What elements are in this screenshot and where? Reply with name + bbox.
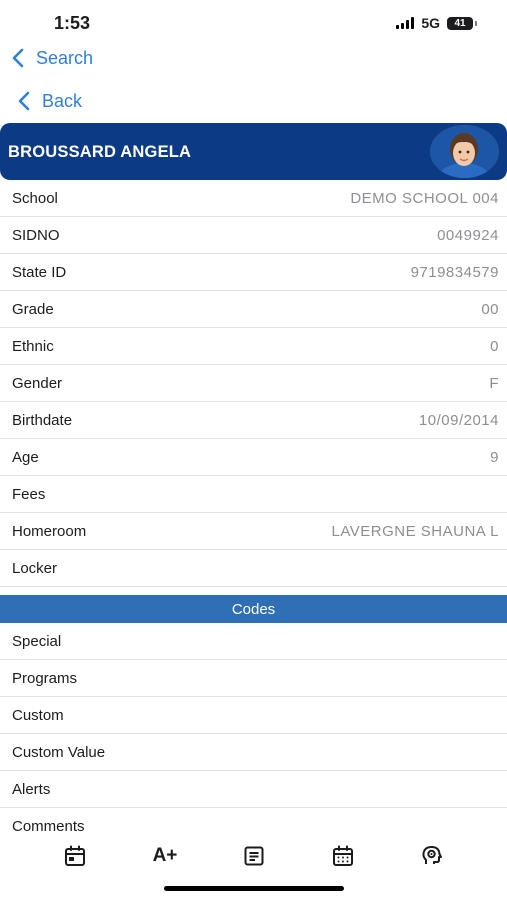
- search-link-label: Search: [36, 47, 94, 68]
- back-button-label: Back: [42, 90, 83, 111]
- row-label: Locker: [12, 559, 58, 577]
- student-photo[interactable]: [430, 125, 499, 178]
- info-row-gender: Gender F: [0, 365, 507, 402]
- row-value: 9719834579: [410, 263, 499, 281]
- info-row-birthdate: Birthdate 10/09/2014: [0, 402, 507, 439]
- row-label: SIDNO: [12, 226, 60, 244]
- row-value: 00: [481, 300, 499, 318]
- calendar-day-icon: [65, 845, 85, 866]
- info-row-school: School DEMO SCHOOL 004: [0, 180, 507, 217]
- calendar-month-icon: [333, 845, 353, 866]
- home-indicator[interactable]: [164, 886, 344, 891]
- row-label: Grade: [12, 300, 54, 318]
- row-value: 9: [490, 448, 499, 466]
- status-indicators: 5G 41: [396, 15, 477, 31]
- row-label: Custom: [12, 706, 64, 724]
- codes-row-custom-value[interactable]: Custom Value: [0, 734, 507, 771]
- status-time: 1:53: [54, 13, 91, 33]
- row-label: Comments: [12, 817, 85, 835]
- grades-icon: A+: [152, 845, 178, 866]
- info-row-locker: Locker: [0, 550, 507, 587]
- codes-list: Special Programs Custom Custom Value Ale…: [0, 623, 507, 844]
- row-value: 0: [490, 337, 499, 355]
- row-label: Ethnic: [12, 337, 54, 355]
- codes-row-custom[interactable]: Custom: [0, 697, 507, 734]
- row-label: State ID: [12, 263, 67, 281]
- chevron-left-icon: [12, 48, 24, 68]
- info-row-grade: Grade 00: [0, 291, 507, 328]
- info-row-fees[interactable]: Fees: [0, 476, 507, 513]
- row-label: Custom Value: [12, 743, 106, 761]
- row-value: DEMO SCHOOL 004: [350, 189, 499, 207]
- tab-bar: A+: [0, 836, 507, 876]
- row-label: Programs: [12, 669, 78, 687]
- chevron-left-icon: [18, 91, 30, 111]
- row-label: School: [12, 189, 58, 207]
- tab-health[interactable]: [418, 842, 446, 870]
- row-label: Gender: [12, 374, 63, 392]
- row-label: Alerts: [12, 780, 51, 798]
- network-type: 5G: [421, 15, 440, 31]
- document-list-icon: [244, 846, 264, 866]
- battery-level: 41: [454, 17, 466, 29]
- search-back-link[interactable]: Search: [8, 46, 93, 70]
- info-row-age: Age 9: [0, 439, 507, 476]
- health-head-icon: [422, 846, 442, 864]
- info-row-homeroom: Homeroom LAVERGNE SHAUNA L: [0, 513, 507, 550]
- row-value: 0049924: [437, 226, 499, 244]
- student-name: BROUSSARD ANGELA: [8, 143, 192, 161]
- row-label: Age: [12, 448, 39, 466]
- back-button[interactable]: Back: [14, 89, 82, 113]
- student-photo-image: [430, 125, 499, 178]
- row-label: Special: [12, 632, 62, 650]
- row-label: Fees: [12, 485, 46, 503]
- codes-section-header: Codes: [0, 595, 507, 623]
- info-row-ethnic: Ethnic 0: [0, 328, 507, 365]
- student-info-list: School DEMO SCHOOL 004 SIDNO 0049924 State…: [0, 180, 507, 587]
- codes-row-programs[interactable]: Programs: [0, 660, 507, 697]
- tab-documents[interactable]: [240, 842, 268, 870]
- battery-icon: 41: [447, 16, 477, 30]
- signal-icon: [396, 17, 415, 29]
- tab-grades[interactable]: A+: [151, 842, 179, 870]
- status-bar: 1:53 5G 41: [0, 0, 507, 48]
- row-value: F: [489, 374, 499, 392]
- row-value: LAVERGNE SHAUNA L: [331, 522, 499, 540]
- codes-row-special[interactable]: Special: [0, 623, 507, 660]
- tab-calendar-month[interactable]: [329, 842, 357, 870]
- tab-calendar-day[interactable]: [61, 842, 89, 870]
- student-header: BROUSSARD ANGELA: [0, 123, 507, 180]
- row-label: Birthdate: [12, 411, 73, 429]
- info-row-state-id: State ID 9719834579: [0, 254, 507, 291]
- codes-row-alerts[interactable]: Alerts: [0, 771, 507, 808]
- row-label: Homeroom: [12, 522, 87, 540]
- row-value: 10/09/2014: [418, 411, 499, 429]
- info-row-sidno: SIDNO 0049924: [0, 217, 507, 254]
